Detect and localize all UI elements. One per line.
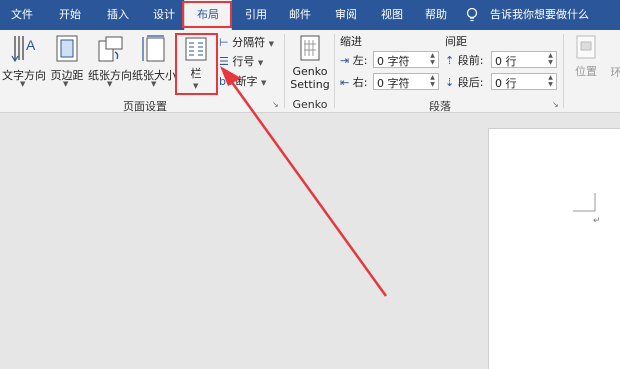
annotation-arrow	[220, 66, 388, 297]
